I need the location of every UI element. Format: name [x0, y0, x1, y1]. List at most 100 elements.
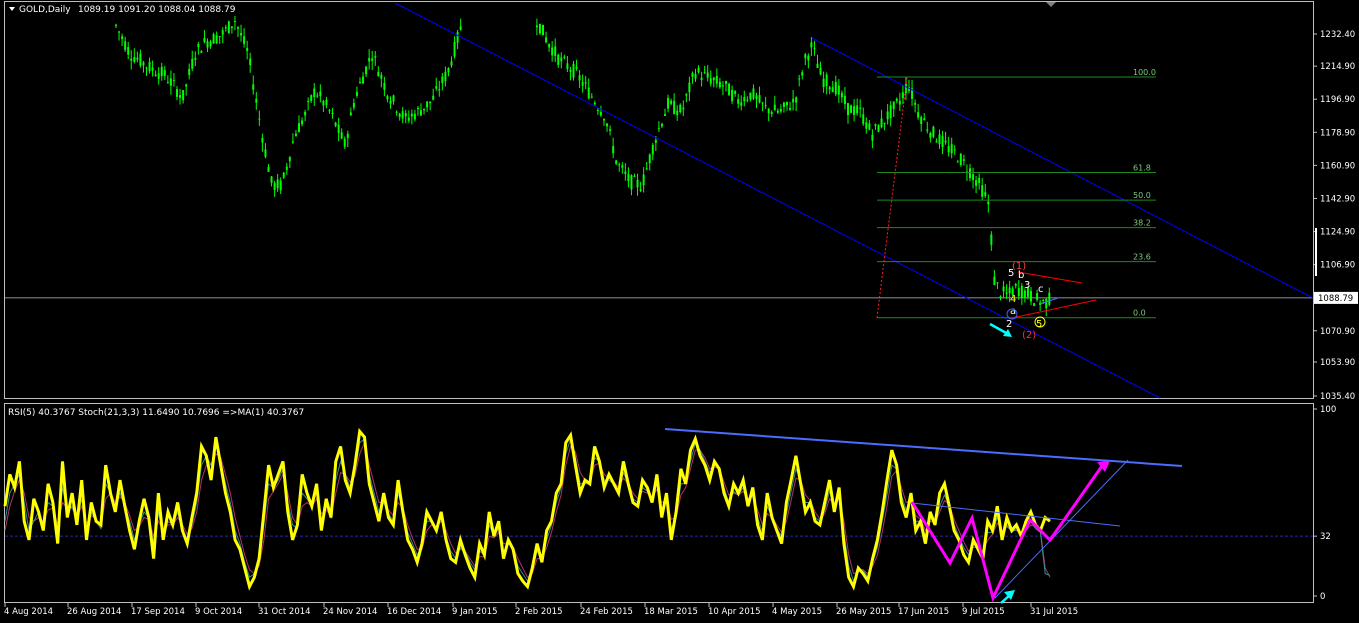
candle-body: [456, 32, 459, 43]
candle-body: [603, 119, 605, 121]
candle-body: [840, 92, 843, 98]
candle-body: [343, 138, 346, 147]
candle-body: [981, 185, 984, 197]
chart-window[interactable]: 100.0 61.8 50.0 38.2 23.6 0.0 5 (1) b 3 4 a 2 c 5 (2) 1…: [0, 0, 1359, 619]
chart-canvas[interactable]: 100.061.850.038.223.60.05(1)b34a2c5(2) 1…: [0, 0, 1359, 619]
candle-body: [984, 192, 987, 196]
candle-body: [667, 98, 670, 109]
candle-body: [282, 172, 285, 178]
triangle-lower-line: [1011, 299, 1097, 319]
candle-body: [331, 112, 334, 114]
candle-body: [304, 111, 307, 116]
candle-body: [233, 20, 236, 22]
indicator-pane: [3, 427, 1313, 604]
candle-body: [450, 61, 453, 66]
candle-body: [682, 107, 685, 110]
candle-body: [590, 96, 593, 98]
candle-body: [548, 44, 551, 48]
candle-body: [261, 137, 264, 143]
candle-body: [789, 108, 792, 110]
scale-marker: [1315, 228, 1317, 276]
price-tick-label: 1124.90: [1320, 228, 1355, 238]
candle-body: [584, 82, 587, 84]
candle-body: [416, 107, 419, 110]
candle-body: [392, 95, 395, 102]
candle-body: [691, 73, 694, 77]
candle-body: [969, 168, 971, 179]
candle-body: [383, 83, 386, 90]
candle-body: [804, 54, 807, 59]
candle-body: [962, 159, 965, 161]
candle-body: [706, 72, 709, 78]
trendline-upper-resistance: [664, 428, 1183, 467]
candle-body: [871, 134, 874, 141]
candle-body: [834, 81, 837, 95]
candle-body: [847, 103, 849, 116]
candle-body: [624, 171, 627, 175]
candle-body: [612, 146, 615, 154]
fib-level-label: 61.8: [1133, 164, 1151, 173]
candle-body: [316, 95, 319, 97]
candle-body: [654, 139, 657, 143]
candle-body: [889, 105, 892, 119]
candle-body: [999, 296, 1002, 298]
candle-body: [288, 156, 291, 162]
candle-body: [798, 78, 801, 80]
candle-body: [142, 62, 145, 66]
candle-body: [904, 83, 907, 93]
candle-body: [1002, 286, 1005, 292]
time-tick-label: 26 Aug 2014: [67, 607, 121, 617]
price-tick-label: 1178.90: [1320, 128, 1355, 138]
candle-body: [853, 106, 856, 115]
candle-body: [441, 76, 444, 84]
candle-body: [124, 41, 127, 50]
candle-body: [795, 97, 798, 103]
candle-body: [298, 123, 300, 133]
candle-body: [657, 128, 660, 130]
candle-body: [926, 129, 929, 131]
candle-body: [615, 160, 618, 164]
candle-body: [636, 179, 639, 188]
price-tick-label: 1035.40: [1320, 392, 1355, 402]
candle-body: [953, 149, 956, 151]
indicator-tick-label: 100: [1320, 405, 1336, 415]
candle-body: [782, 102, 785, 107]
candle-body: [355, 91, 358, 96]
candle-body: [401, 111, 404, 119]
candle-body: [200, 50, 203, 53]
candle-body: [160, 66, 163, 77]
time-tick-label: 2 Feb 2015: [515, 607, 563, 617]
candle-body: [560, 57, 563, 62]
candle-body: [950, 144, 953, 154]
price-tick-label: 1142.90: [1320, 194, 1355, 204]
candle-body: [685, 94, 688, 96]
candle-body: [688, 82, 691, 93]
fibonacci-retracement[interactable]: 100.0 61.8 50.0 38.2 23.6 0.0: [876, 68, 1156, 319]
candle-body: [276, 179, 279, 189]
chart-menu-triangle-icon[interactable]: [9, 7, 15, 11]
time-tick-label: 9 Oct 2014: [195, 607, 242, 617]
candle-body: [843, 95, 846, 105]
candle-body: [538, 23, 541, 34]
time-tick-label: 24 Nov 2014: [323, 607, 377, 617]
candle-body: [349, 112, 352, 116]
candle-body: [868, 123, 871, 130]
candle-body: [542, 24, 544, 36]
time-tick-label: 9 Jan 2015: [452, 607, 498, 617]
candle-body: [725, 80, 727, 84]
candle-body: [898, 100, 901, 105]
candle-body: [359, 81, 361, 83]
candle-body: [596, 110, 599, 112]
candle-body: [453, 42, 456, 57]
candle-body: [737, 99, 740, 104]
candle-body: [987, 201, 990, 205]
candle-body: [444, 71, 447, 82]
candle-body: [660, 123, 663, 127]
candle-body: [587, 87, 590, 99]
candle-body: [398, 113, 401, 117]
fib-level-label: 23.6: [1133, 253, 1151, 262]
shift-marker-icon[interactable]: [1046, 2, 1056, 7]
candle-body: [767, 108, 770, 114]
candle-body: [368, 57, 371, 62]
price-tick-label: 1160.90: [1320, 161, 1355, 171]
